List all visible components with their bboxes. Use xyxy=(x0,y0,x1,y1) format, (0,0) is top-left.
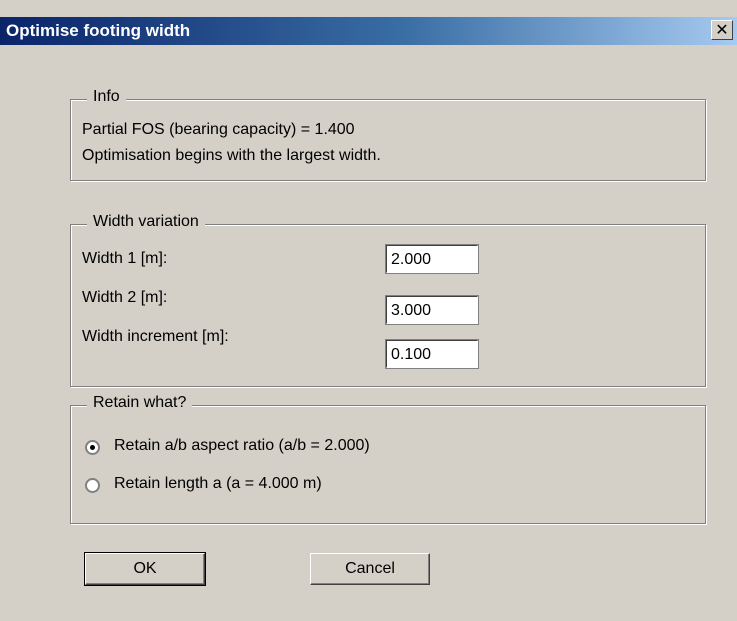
retain-aspect-ratio-radio[interactable] xyxy=(85,440,100,455)
retain-aspect-ratio-label[interactable]: Retain a/b aspect ratio (a/b = 2.000) xyxy=(114,437,370,455)
cancel-button[interactable]: Cancel xyxy=(310,553,430,585)
width1-label: Width 1 [m]: xyxy=(82,250,168,267)
width2-input[interactable]: 3.000 xyxy=(385,295,479,325)
width1-input[interactable]: 2.000 xyxy=(385,244,479,274)
width-variation-legend: Width variation xyxy=(87,213,205,231)
info-optimisation-text: Optimisation begins with the largest wid… xyxy=(82,147,381,164)
retain-group: Retain what? Retain a/b aspect ratio (a/… xyxy=(70,394,706,524)
title-bar[interactable]: Optimise footing width ✕ xyxy=(0,17,737,45)
width2-label: Width 2 [m]: xyxy=(82,289,168,306)
retain-legend: Retain what? xyxy=(87,394,193,412)
close-icon[interactable]: ✕ xyxy=(711,20,733,40)
dialog-window: Optimise footing width ✕ Info Partial FO… xyxy=(0,0,737,621)
width-increment-input[interactable]: 0.100 xyxy=(385,339,479,369)
width-increment-label: Width increment [m]: xyxy=(82,328,229,345)
info-legend: Info xyxy=(87,88,126,106)
retain-length-label[interactable]: Retain length a (a = 4.000 m) xyxy=(114,475,322,493)
dialog-title: Optimise footing width xyxy=(6,21,191,40)
width-variation-group: Width variation Width 1 [m]: 2.000 Width… xyxy=(70,213,706,387)
ok-button[interactable]: OK xyxy=(84,552,206,586)
retain-length-radio[interactable] xyxy=(85,478,100,493)
info-fos-text: Partial FOS (bearing capacity) = 1.400 xyxy=(82,121,355,138)
info-group: Info Partial FOS (bearing capacity) = 1.… xyxy=(70,88,706,181)
